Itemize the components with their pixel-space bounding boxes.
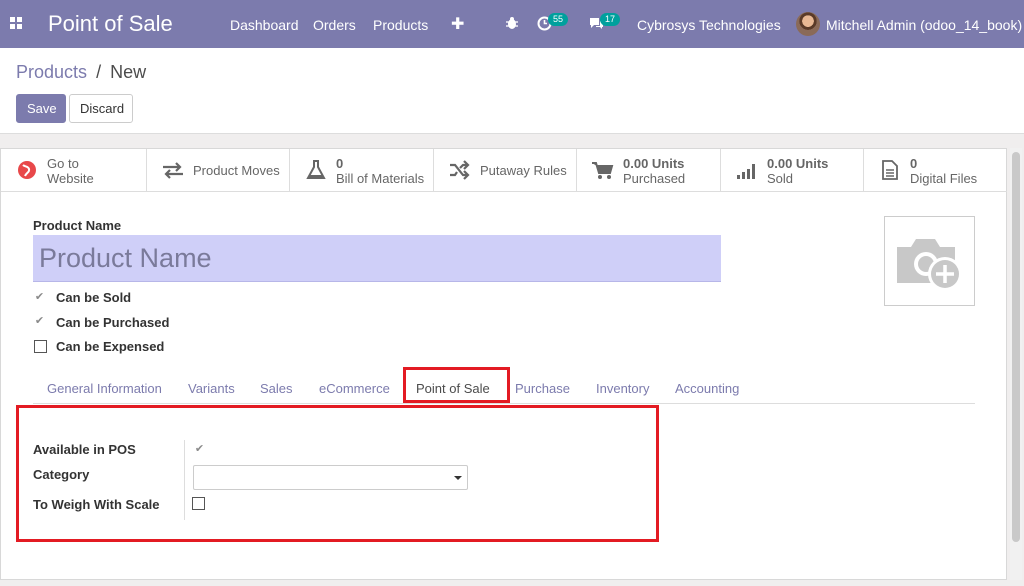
sold-qty: 0.00 Units <box>767 156 829 171</box>
control-panel: Products / New Save Discard <box>0 48 1024 134</box>
bill-of-materials-button[interactable]: 0 Bill of Materials <box>290 149 434 191</box>
breadcrumb-products-link[interactable]: Products <box>16 62 87 82</box>
field-separator <box>184 440 185 520</box>
digital-files-count: 0 <box>910 156 918 171</box>
available-in-pos-checkbox[interactable]: ✔ <box>193 443 206 456</box>
tab-accounting[interactable]: Accounting <box>675 381 739 396</box>
product-image-upload[interactable] <box>884 216 975 306</box>
can-be-sold-checkbox[interactable]: ✔ <box>33 291 46 304</box>
company-switcher[interactable]: Cybrosys Technologies <box>637 17 781 33</box>
breadcrumb: Products / New <box>16 62 146 83</box>
can-be-sold-label: Can be Sold <box>56 290 132 305</box>
product-name-input[interactable]: Product Name <box>33 235 721 282</box>
tab-ecommerce[interactable]: eCommerce <box>319 381 390 396</box>
message-count-badge: 17 <box>600 13 621 26</box>
notebook-tabs: General Information Variants Sales eComm… <box>33 367 975 404</box>
scrollbar-thumb[interactable] <box>1012 152 1020 542</box>
breadcrumb-separator: / <box>96 62 102 82</box>
breadcrumb-current: New <box>110 62 147 82</box>
smart-button-box: Go to Website Product Moves 0 Bill of Ma… <box>1 149 1007 192</box>
menu-orders[interactable]: Orders <box>313 17 356 33</box>
purchased-qty: 0.00 Units <box>623 156 685 171</box>
random-icon <box>450 160 470 180</box>
tab-inventory[interactable]: Inventory <box>596 381 649 396</box>
product-name-placeholder: Product Name <box>39 243 212 273</box>
exchange-icon <box>163 162 183 179</box>
menu-dashboard[interactable]: Dashboard <box>230 17 299 33</box>
product-moves-label: Product Moves <box>193 163 280 178</box>
putaway-rules-label: Putaway Rules <box>480 163 567 178</box>
digital-files-label: Digital Files <box>910 171 978 186</box>
signal-bars-icon <box>737 164 755 179</box>
activity-count-badge: 55 <box>548 13 569 26</box>
tab-point-of-sale[interactable]: Point of Sale <box>416 381 490 396</box>
tab-sales[interactable]: Sales <box>260 381 293 396</box>
sold-label: Sold <box>767 171 794 186</box>
plus-icon[interactable]: ✚ <box>451 14 464 34</box>
product-name-label: Product Name <box>33 218 122 233</box>
app-title: Point of Sale <box>48 11 173 36</box>
purchased-label: Purchased <box>623 171 686 186</box>
available-in-pos-label: Available in POS <box>33 442 136 457</box>
menu-products[interactable]: Products <box>373 17 428 33</box>
bug-icon[interactable] <box>505 16 519 30</box>
go-to-website-button[interactable]: Go to Website <box>1 149 147 191</box>
can-be-expensed-label: Can be Expensed <box>56 339 165 354</box>
cart-icon <box>592 162 614 179</box>
sold-button[interactable]: 0.00 Units Sold <box>721 149 864 191</box>
tab-purchase[interactable]: Purchase <box>515 381 570 396</box>
purchased-button[interactable]: 0.00 Units Purchased <box>577 149 721 191</box>
product-moves-button[interactable]: Product Moves <box>147 149 290 191</box>
bom-count: 0 <box>336 156 344 171</box>
to-weigh-label: To Weigh With Scale <box>33 497 160 512</box>
form-sheet: Go to Website Product Moves 0 Bill of Ma… <box>0 148 1007 580</box>
globe-icon <box>18 161 36 179</box>
can-be-expensed-checkbox[interactable] <box>34 340 47 353</box>
flask-icon <box>306 160 326 179</box>
chevron-down-icon <box>454 476 462 480</box>
camera-add-icon <box>897 239 962 291</box>
discard-button[interactable]: Discard <box>69 94 133 123</box>
save-button[interactable]: Save <box>16 94 66 123</box>
can-be-purchased-checkbox[interactable]: ✔ <box>33 315 46 328</box>
putaway-rules-button[interactable]: Putaway Rules <box>434 149 577 191</box>
to-weigh-checkbox[interactable] <box>192 497 205 510</box>
user-menu[interactable]: Mitchell Admin (odoo_14_book) <box>826 17 1022 33</box>
tab-variants[interactable]: Variants <box>188 381 235 396</box>
user-avatar[interactable] <box>796 12 820 36</box>
website-line1: Go to <box>47 156 79 171</box>
tab-general-information[interactable]: General Information <box>47 381 162 396</box>
top-navbar: Point of Sale Dashboard Orders Products … <box>0 0 1024 48</box>
file-icon <box>882 160 898 180</box>
bom-label: Bill of Materials <box>336 171 425 186</box>
category-label: Category <box>33 467 90 482</box>
category-select[interactable] <box>193 465 468 490</box>
app-menu-icon[interactable] <box>10 17 22 29</box>
website-line2: Website <box>47 171 94 186</box>
vertical-scrollbar[interactable] <box>1010 148 1022 580</box>
can-be-purchased-label: Can be Purchased <box>56 315 170 330</box>
digital-files-button[interactable]: 0 Digital Files <box>864 149 1007 191</box>
